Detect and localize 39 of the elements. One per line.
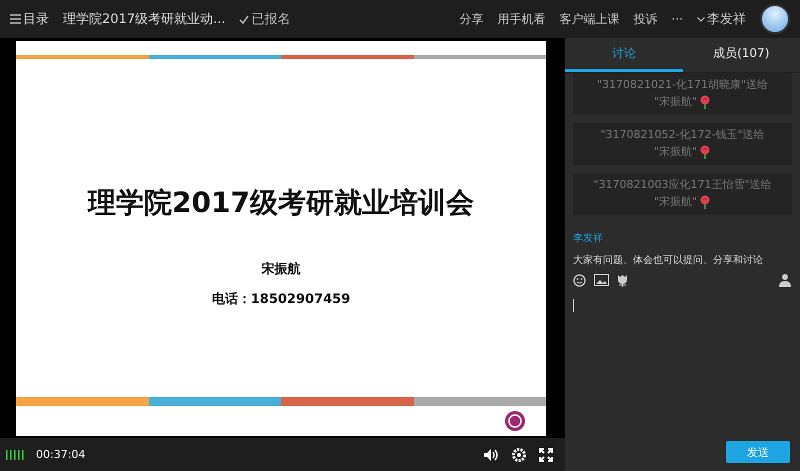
university-logo-icon xyxy=(504,410,526,432)
playback-time: 00:37:04 xyxy=(36,448,86,461)
enrolled-status: 已报名 xyxy=(251,11,290,28)
rose-icon xyxy=(699,144,712,158)
rose-icon xyxy=(699,194,712,208)
toolbar-link[interactable]: 客户端上课 xyxy=(560,10,620,28)
phone-number: 电话：18502907459 xyxy=(212,291,350,308)
panel-tab[interactable]: 成员(107) xyxy=(682,38,800,72)
user-avatar[interactable] xyxy=(760,4,790,34)
user-name[interactable]: 李发祥 xyxy=(707,10,746,28)
gift-sender: "3170821052-化172-钱玉"送给 xyxy=(600,127,765,142)
settings-icon[interactable] xyxy=(511,446,527,462)
gift-sender: "3170821003应化171王怡雪"送给 xyxy=(593,177,772,192)
toolbar-link[interactable]: ··· xyxy=(672,12,683,26)
slide-title: 理学院2017级考研就业培训会 xyxy=(88,185,474,221)
flower-icon[interactable] xyxy=(617,274,628,286)
menu-label[interactable]: 目录 xyxy=(23,10,49,28)
gift-recipient: "宋振航" xyxy=(654,94,698,109)
emoji-icon[interactable] xyxy=(573,274,586,286)
image-icon[interactable] xyxy=(594,274,609,286)
toolbar-link[interactable]: 投诉 xyxy=(634,10,658,28)
chat-message: 大家有问题、体会也可以提问、分享和讨论 xyxy=(573,254,764,267)
fullscreen-icon[interactable] xyxy=(539,448,553,462)
speaker-name: 宋振航 xyxy=(262,260,300,278)
check-icon xyxy=(239,14,250,24)
rose-icon xyxy=(699,94,712,108)
gift-sender: "3170821021-化171胡晓康"送给 xyxy=(596,77,768,92)
gift-recipient: "宋振航" xyxy=(654,194,698,209)
user-icon[interactable] xyxy=(779,273,792,287)
chevron-down-icon[interactable] xyxy=(697,16,705,22)
signal-bars-icon xyxy=(6,450,24,460)
message-author: 李发祥 xyxy=(573,232,604,245)
toolbar-link[interactable]: 分享 xyxy=(460,10,484,28)
text-cursor xyxy=(573,299,574,312)
toolbar-link[interactable]: 用手机看 xyxy=(498,10,546,28)
course-title: 理学院2017级考研就业动... xyxy=(63,11,226,28)
gift-recipient: "宋振航" xyxy=(654,144,698,159)
volume-icon[interactable] xyxy=(483,448,499,462)
menu-icon[interactable] xyxy=(10,14,21,24)
